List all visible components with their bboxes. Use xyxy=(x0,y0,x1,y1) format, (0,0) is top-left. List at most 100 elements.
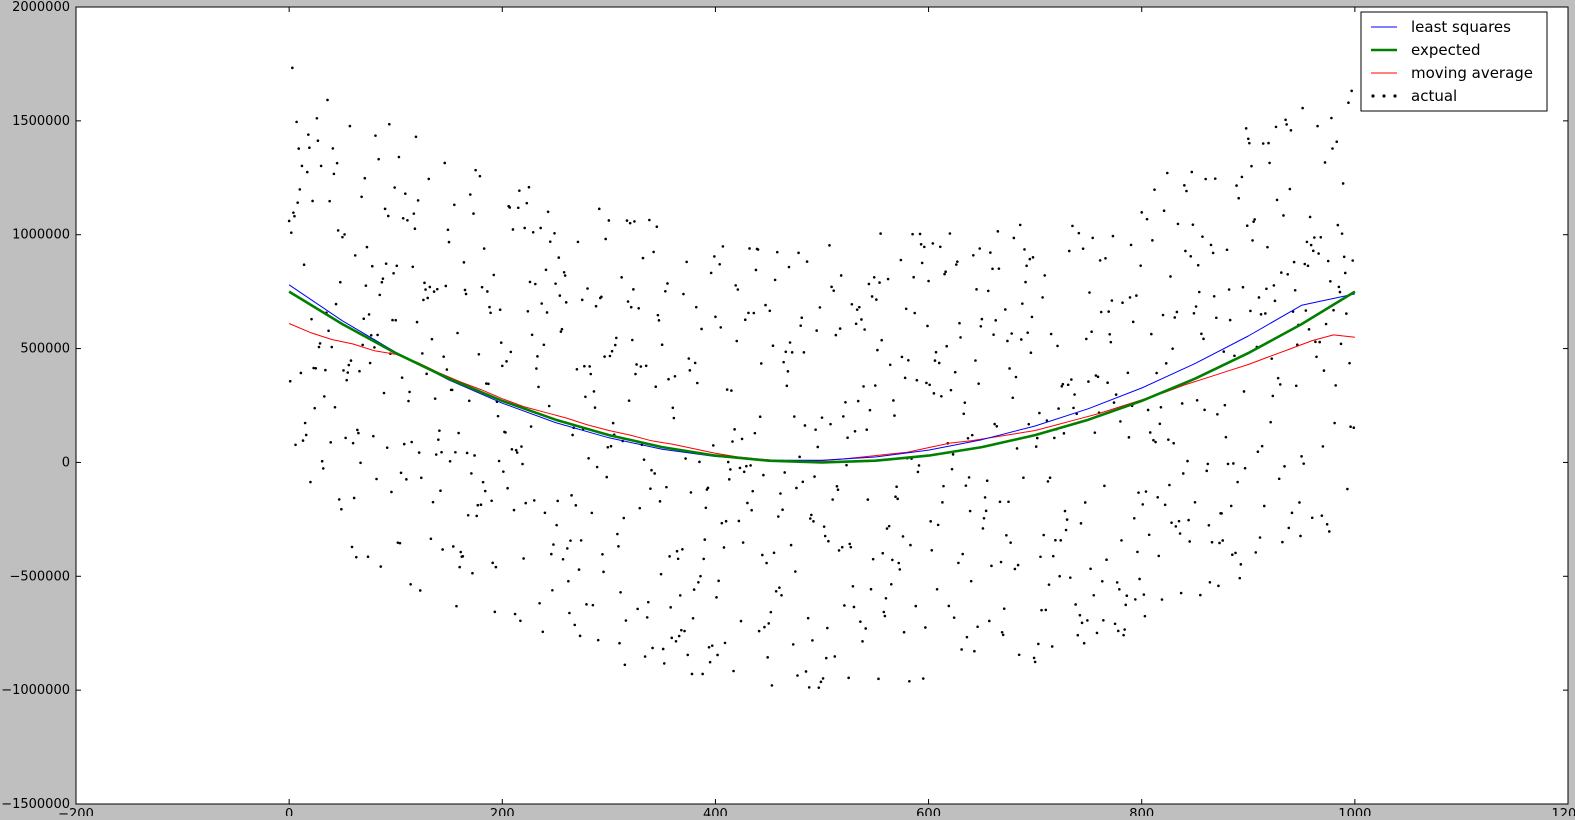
scatter-point xyxy=(858,305,861,309)
scatter-point xyxy=(816,445,820,449)
scatter-point xyxy=(570,494,573,497)
scatter-point xyxy=(1044,608,1048,612)
scatter-point xyxy=(750,508,753,512)
scatter-point xyxy=(1181,472,1185,475)
scatter-point xyxy=(835,485,839,488)
scatter-point xyxy=(346,371,350,374)
scatter-point xyxy=(1008,367,1011,370)
scatter-point xyxy=(461,555,465,558)
scatter-point xyxy=(613,343,617,347)
scatter-point xyxy=(1157,554,1161,558)
scatter-point xyxy=(1351,259,1355,262)
scatter-point xyxy=(678,594,682,597)
scatter-point xyxy=(320,459,324,463)
scatter-point xyxy=(902,630,906,634)
scatter-point xyxy=(430,337,434,341)
scatter-point xyxy=(962,412,966,416)
scatter-point xyxy=(1031,256,1035,259)
scatter-point xyxy=(784,350,788,354)
scatter-point xyxy=(1218,541,1221,545)
scatter-point xyxy=(590,511,594,515)
scatter-point xyxy=(589,372,593,376)
scatter-point xyxy=(399,471,403,475)
scatter-point xyxy=(966,436,970,440)
scatter-point xyxy=(585,603,588,606)
scatter-point xyxy=(761,553,764,557)
scatter-point xyxy=(596,638,600,642)
scatter-point xyxy=(998,500,1002,504)
scatter-point xyxy=(341,235,344,239)
scatter-point xyxy=(624,619,628,622)
scatter-point xyxy=(498,308,502,312)
scatter-point xyxy=(1193,501,1197,504)
scatter-point xyxy=(417,451,421,454)
scatter-point xyxy=(476,503,480,507)
scatter-point xyxy=(1272,284,1276,287)
scatter-point xyxy=(936,523,940,527)
scatter-point xyxy=(1307,328,1311,331)
scatter-point xyxy=(693,361,697,365)
scatter-point xyxy=(511,228,515,231)
scatter-point xyxy=(404,192,407,195)
scatter-point xyxy=(348,124,352,128)
scatter-point xyxy=(291,66,294,70)
y-tick-label: 1500000 xyxy=(12,114,70,129)
scatter-point xyxy=(297,147,301,150)
scatter-point xyxy=(765,561,768,565)
scatter-point xyxy=(1019,338,1023,341)
scatter-point xyxy=(600,295,603,299)
scatter-point xyxy=(1340,232,1344,235)
scatter-point xyxy=(914,604,918,608)
scatter-point xyxy=(696,381,699,385)
scatter-point xyxy=(380,280,384,284)
scatter-point xyxy=(1197,290,1201,294)
scatter-point xyxy=(1317,252,1320,255)
scatter-point xyxy=(526,309,530,313)
scatter-point xyxy=(622,516,626,520)
scatter-point xyxy=(1121,301,1124,305)
scatter-point xyxy=(496,414,500,418)
legend[interactable]: least squares expected moving average actua… xyxy=(1360,11,1548,112)
scatter-point xyxy=(373,346,376,349)
scatter-point xyxy=(843,604,846,607)
scatter-point xyxy=(384,262,388,265)
scatter-point xyxy=(898,568,902,571)
scatter-point xyxy=(1041,296,1044,299)
scatter-point xyxy=(657,319,661,322)
scatter-point xyxy=(941,501,944,504)
y-tick-label: 2000000 xyxy=(12,0,70,15)
scatter-point xyxy=(921,677,925,680)
scatter-point xyxy=(972,253,975,257)
scatter-point xyxy=(475,514,479,518)
scatter-point xyxy=(558,294,562,297)
scatter-point xyxy=(1175,310,1179,314)
scatter-point xyxy=(1022,476,1025,480)
scatter-point xyxy=(896,497,899,501)
scatter-point xyxy=(1001,633,1005,637)
scatter-point xyxy=(357,431,360,435)
scatter-point xyxy=(1179,591,1183,595)
scatter-point xyxy=(767,622,771,625)
scatter-point xyxy=(351,441,355,445)
scatter-point xyxy=(474,168,477,172)
scatter-point xyxy=(1147,533,1151,537)
scatter-point xyxy=(1131,320,1135,324)
scatter-point xyxy=(330,345,334,349)
scatter-point xyxy=(539,226,542,230)
scatter-point xyxy=(1127,436,1131,439)
scatter-point xyxy=(352,496,356,500)
scatter-point xyxy=(788,341,792,344)
scatter-point xyxy=(418,589,422,592)
scatter-point xyxy=(1273,299,1277,303)
scatter-point xyxy=(564,301,568,304)
scatter-point xyxy=(800,316,804,320)
scatter-point xyxy=(591,603,595,607)
scatter-point xyxy=(1331,147,1334,150)
scatter-point xyxy=(1338,290,1342,294)
scatter-point xyxy=(1158,422,1162,426)
scatter-point xyxy=(904,307,908,311)
scatter-point xyxy=(1248,141,1251,145)
scatter-point xyxy=(1084,337,1088,341)
scatter-point xyxy=(1196,263,1200,267)
scatter-point xyxy=(932,392,936,395)
